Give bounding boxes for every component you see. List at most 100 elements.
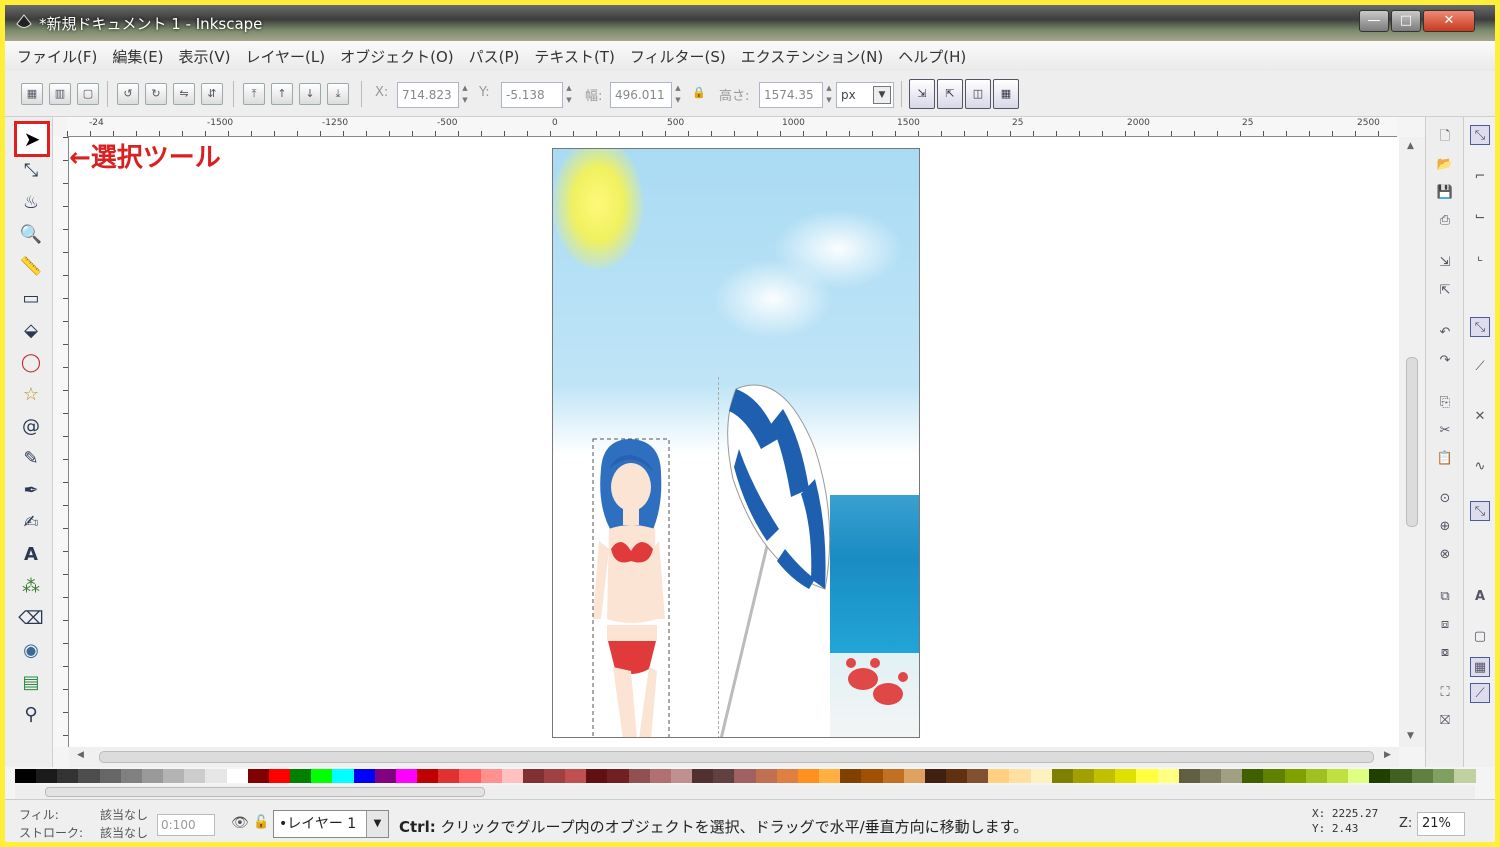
palette-swatch[interactable] [417, 769, 440, 783]
palette-swatch[interactable] [1136, 769, 1159, 783]
snap-smooth-icon[interactable]: ∿ [1470, 457, 1490, 477]
print-icon[interactable]: ⎙ [1435, 211, 1455, 231]
transform-patterns-toggle[interactable]: ▦ [993, 79, 1019, 109]
palette-swatch[interactable] [649, 769, 672, 783]
palette-swatch[interactable] [184, 769, 207, 783]
snap-others-icon[interactable]: ⤡ [1470, 501, 1490, 521]
menu-view[interactable]: 表示(V) [179, 46, 231, 67]
deselect-icon[interactable]: ▢ [77, 83, 99, 105]
palette-swatch[interactable] [797, 769, 820, 783]
scale-stroke-toggle[interactable]: ⇲ [909, 79, 935, 109]
export-icon[interactable]: ⇱ [1435, 281, 1455, 301]
opacity-field[interactable]: 0:100 [157, 814, 215, 836]
palette-swatch[interactable] [290, 769, 313, 783]
duplicate-icon[interactable]: ⧉ [1435, 587, 1455, 607]
snap-bbox-edge-icon[interactable]: ⌙ [1470, 207, 1490, 227]
ungroup-icon[interactable]: ⛝ [1435, 711, 1455, 731]
zoom-field[interactable]: 21% [1417, 812, 1465, 836]
fill-value[interactable]: 該当なし [100, 806, 148, 823]
y-spinner[interactable]: ▲ ▼ [564, 82, 574, 108]
zoom-page-icon[interactable]: ⊗ [1435, 545, 1455, 565]
palette-swatch[interactable] [57, 769, 80, 783]
eraser-tool-icon[interactable]: ⌫ [17, 605, 45, 633]
palette-swatch[interactable] [1263, 769, 1286, 783]
palette-swatch[interactable] [438, 769, 461, 783]
palette-swatch[interactable] [1157, 769, 1180, 783]
width-spinner[interactable]: ▲ ▼ [673, 82, 683, 108]
flip-vertical-icon[interactable]: ⇵ [201, 83, 223, 105]
palette-swatch[interactable] [1284, 769, 1307, 783]
palette-swatch[interactable] [332, 769, 355, 783]
dropper-tool-icon[interactable]: ⚲ [17, 701, 45, 729]
palette-swatch[interactable] [967, 769, 990, 783]
snap-bbox-corner-icon[interactable]: ⌞ [1470, 247, 1490, 267]
beach-umbrella[interactable] [719, 384, 831, 738]
palette-swatch[interactable] [205, 769, 228, 783]
menu-extensions[interactable]: エクステンション(N) [741, 46, 883, 67]
palette-swatch[interactable] [15, 769, 37, 783]
menu-layer[interactable]: レイヤー(L) [246, 46, 326, 67]
palette-swatch[interactable] [522, 769, 545, 783]
paint-bucket-tool-icon[interactable]: ◉ [17, 637, 45, 665]
vertical-scrollbar[interactable]: ▲ ▼ [1399, 137, 1425, 747]
palette-swatch[interactable] [755, 769, 778, 783]
document-page[interactable] [552, 148, 920, 738]
3d-box-tool-icon[interactable]: ⬙ [17, 317, 45, 345]
snap-enable-icon[interactable]: ⤡ [1470, 125, 1490, 145]
raise-icon[interactable]: ↑ [271, 83, 293, 105]
lower-to-bottom-icon[interactable]: ⤓ [327, 83, 349, 105]
palette-swatch[interactable] [1326, 769, 1349, 783]
spray-tool-icon[interactable]: ⁂ [17, 573, 45, 601]
palette-swatch[interactable] [480, 769, 503, 783]
palette-swatch[interactable] [861, 769, 884, 783]
gradient-tool-icon[interactable]: ▤ [17, 669, 45, 697]
paste-icon[interactable]: 📋 [1435, 449, 1455, 469]
palette-swatch[interactable] [628, 769, 651, 783]
layer-select[interactable]: •レイヤー 1 ▼ [273, 810, 389, 838]
pen-tool-icon[interactable]: ✒ [17, 477, 45, 505]
spiral-tool-icon[interactable]: @ [17, 413, 45, 441]
pencil-tool-icon[interactable]: ✎ [17, 445, 45, 473]
scroll-right-icon[interactable]: ▶ [1384, 750, 1391, 760]
eye-icon[interactable]: 👁 [231, 815, 249, 831]
flip-horizontal-icon[interactable]: ⇋ [173, 83, 195, 105]
palette-swatch[interactable] [120, 769, 143, 783]
palette-swatch[interactable] [374, 769, 397, 783]
zoom-tool-icon[interactable]: 🔍 [17, 221, 45, 249]
palette-swatch[interactable] [670, 769, 693, 783]
close-button[interactable]: ✕ [1423, 10, 1475, 32]
snap-paths-icon[interactable]: ⟋ [1470, 357, 1490, 377]
lock-ratio-icon[interactable]: 🔒 [688, 83, 710, 105]
rotate-cw-icon[interactable]: ↻ [145, 83, 167, 105]
node-tool-icon[interactable]: ⤡ [17, 157, 45, 185]
import-icon[interactable]: ⇲ [1435, 253, 1455, 273]
menu-edit[interactable]: 編集(E) [112, 46, 163, 67]
copy-icon[interactable]: ⎘ [1435, 393, 1455, 413]
palette-swatch[interactable] [36, 769, 59, 783]
calligraphy-tool-icon[interactable]: ✍ [17, 509, 45, 537]
palette-swatch[interactable] [268, 769, 291, 783]
palette-swatch[interactable] [586, 769, 609, 783]
palette-swatch[interactable] [692, 769, 715, 783]
palette-swatch[interactable] [1242, 769, 1265, 783]
palette-swatch[interactable] [353, 769, 376, 783]
palette-swatch[interactable] [988, 769, 1011, 783]
palette-scroll-thumb[interactable] [45, 787, 485, 797]
clone-icon[interactable]: ⧈ [1435, 615, 1455, 635]
unlink-clone-icon[interactable]: ⧇ [1435, 643, 1455, 663]
vertical-scroll-thumb[interactable] [1406, 357, 1418, 527]
snap-page-border-icon[interactable]: ▢ [1470, 627, 1490, 647]
palette-scrollbar[interactable] [15, 785, 1475, 799]
palette-swatch[interactable] [501, 769, 524, 783]
ellipse-tool-icon[interactable]: ◯ [17, 349, 45, 377]
palette-swatch[interactable] [840, 769, 863, 783]
palette-swatch[interactable] [163, 769, 186, 783]
palette-swatch[interactable] [1369, 769, 1392, 783]
palette-swatch[interactable] [776, 769, 799, 783]
measure-tool-icon[interactable]: 📏 [17, 253, 45, 281]
snap-guide-icon[interactable]: ⟋ [1470, 683, 1490, 703]
maximize-button[interactable]: □ [1391, 10, 1421, 32]
star-tool-icon[interactable]: ☆ [17, 381, 45, 409]
palette-swatch[interactable] [1390, 769, 1413, 783]
y-field[interactable]: -5.138 [501, 82, 563, 108]
